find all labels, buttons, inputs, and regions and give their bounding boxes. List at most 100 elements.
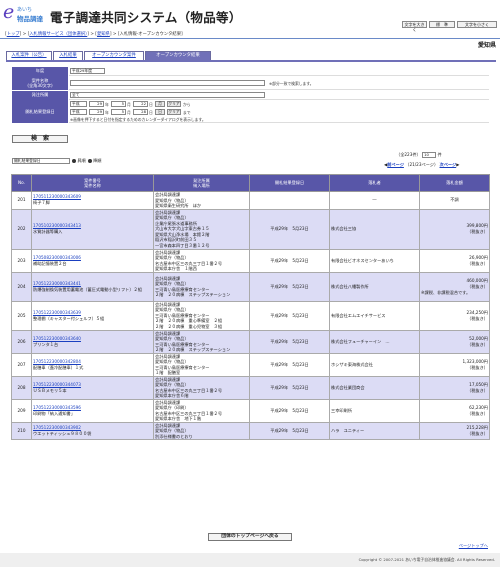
font-standard-button[interactable]: 標 準	[429, 21, 455, 28]
row-winner: 株式会社三協	[329, 208, 420, 250]
prefecture-name: 愛知県	[477, 42, 496, 49]
page-top-link[interactable]: ページトップへ	[459, 543, 488, 549]
next-icon[interactable]: ▶	[456, 162, 459, 167]
row-date: 平成29年 5月23日	[249, 248, 330, 273]
to-day-input[interactable]: 28	[133, 109, 148, 115]
row-amount: 52,000円 （税抜き）	[419, 329, 490, 354]
table-row: 206 170512230000343640 プリンタ１台 会計局調達課 愛知県庁（物…	[11, 329, 490, 354]
sort-select[interactable]: 開札結果登録日	[12, 158, 70, 164]
org-line: 別添仕様書のとおり	[155, 433, 193, 439]
org-line: 会計局調達課 愛知県庁（印刷）	[155, 399, 189, 411]
per-page-select[interactable]: 10	[422, 152, 437, 158]
org-label: 発注所属	[12, 91, 68, 100]
org-line: 会計局調達課 愛知県庁（物品）	[155, 376, 189, 388]
org-line: 一宮市森本四丁目３番１２号	[155, 242, 210, 248]
col-org: 発注所属 納入場所	[153, 174, 250, 192]
next-page-link[interactable]: 次ページ	[440, 162, 457, 167]
row-amount: 460,000円 （税抜き） ※課税、非課税混合です。	[419, 271, 490, 302]
amount-note: （税抜き）	[467, 315, 488, 321]
row-no: 210	[11, 421, 32, 440]
logo[interactable]: e あいち 物品調達	[3, 3, 47, 25]
row-no: 207	[11, 352, 32, 377]
from-year-input[interactable]: 29	[89, 101, 104, 107]
date-label: 開札結果登録日	[12, 100, 68, 123]
row-org: 会計局調達課 愛知県庁（物品） 別添仕様書のとおり	[153, 421, 250, 440]
case-name: ＵＳＢメモリ５本	[33, 387, 67, 393]
desc-radio[interactable]	[88, 159, 93, 163]
row-amount: 215,228円 （税抜き）	[419, 421, 490, 440]
row-case: 170512230000343441 防爆強制換気装置用蓄電池（蓄圧式電動小型リフ…	[31, 271, 154, 302]
year-select[interactable]: 平成29年度	[70, 68, 105, 74]
tab-underline	[6, 60, 496, 62]
font-large-button[interactable]: 文字を大きく	[402, 21, 427, 32]
row-no: 202	[11, 208, 32, 250]
back-to-top-page-button[interactable]: 団体のトップページへ戻る	[208, 533, 292, 541]
case-name-limit: (全角30文字)	[27, 83, 53, 88]
org-select[interactable]: 全て	[70, 92, 265, 98]
tab-open-counter-result[interactable]: オープンカウンタ結果	[145, 51, 211, 60]
case-name: ウエットティッシュ９８００袋	[33, 430, 92, 436]
breadcrumb: [トップ] > [入札情報サービス（団体選択）] > [愛知県] > [入札情報…	[5, 32, 183, 37]
breadcrumb-pref[interactable]: 愛知県	[97, 32, 110, 37]
tab-bid-notice[interactable]: 入札案件（公告）	[6, 51, 52, 60]
col-amount: 落札金額	[419, 174, 490, 192]
case-name-input[interactable]	[70, 80, 265, 86]
row-amount: 399,800円 （税抜き）	[419, 208, 490, 250]
org-line: 会計局調達課 愛知県庁（物品）	[155, 301, 189, 313]
from-month-input[interactable]: 5	[111, 101, 126, 107]
row-no: 203	[11, 248, 32, 273]
amount-note: （税抜き）	[467, 364, 488, 370]
table-header: No. 案件番号 案件名称 発注所属 納入場所 開札結果登録日 落札者 落札金額	[11, 174, 490, 192]
table-row: 209 170512230000343596 印刷物「納入通知書」 会計局調達課 愛知…	[11, 398, 490, 423]
from-calendar-icon[interactable]: 月	[155, 101, 165, 107]
org-line: 愛知県本庁舎 地下１階	[155, 416, 202, 421]
amount-note: （税抜き）	[467, 229, 488, 234]
amount-note: （税抜き）	[467, 341, 488, 347]
row-no: 201	[11, 191, 32, 210]
amount-note: 不調	[450, 197, 459, 203]
org-line: 愛知県本庁舎６階	[155, 393, 189, 398]
row-amount: 26,900円 （税抜き）	[419, 248, 490, 273]
row-date: 平成29年 5月23日	[249, 329, 330, 354]
row-no: 206	[11, 329, 32, 354]
header: e あいち 物品調達 電子調達共同システム（物品等） 文字を大きく 標 準 文字…	[0, 0, 500, 32]
row-org: 会計局調達課 愛知県庁（物品） 名古屋市中区三の丸三丁目１番２号 愛知県本庁舎６階	[153, 375, 250, 400]
breadcrumb-service[interactable]: 入札情報サービス（団体選択）	[29, 32, 87, 37]
row-winner: 株式会社業団商会	[329, 375, 420, 400]
tab-open-counter[interactable]: オープンカウンタ案件	[84, 51, 144, 60]
row-amount: 234,250円 （税抜き）	[419, 300, 490, 331]
to-year-input[interactable]: 29	[89, 109, 104, 115]
asc-radio[interactable]	[72, 159, 77, 163]
row-winner: 株式会社八幡製作所	[329, 271, 420, 302]
row-case: 170512230000342804 配膳車（蓋冷配膳車）１式	[31, 352, 154, 377]
org-line: 愛知県本庁舎 １階西	[155, 266, 197, 271]
amount-note: （税抜き）	[467, 260, 488, 266]
row-amount: 不調	[419, 191, 490, 210]
row-date: 平成29年 5月23日	[249, 421, 330, 440]
from-era-select[interactable]: 平成	[70, 101, 87, 107]
row-winner: 株式会社フューチャーイン …	[329, 329, 420, 354]
org-line: 愛知県衛生研究所 ほか	[155, 203, 202, 208]
case-name: 整理棚（キャスター付シェルフ）５組	[33, 315, 105, 321]
row-org: 会計局調達課 愛知県庁（印刷） 名古屋市中区三の丸三丁目１番２号 愛知県本庁舎 地下…	[153, 398, 250, 423]
search-button[interactable]: 検 索	[12, 135, 68, 143]
row-date: 平成29年 5月23日	[249, 375, 330, 400]
font-small-button[interactable]: 文字を小さく	[457, 21, 497, 28]
from-clear-button[interactable]: クリア	[167, 101, 181, 107]
prev-page-link[interactable]: 前ページ	[387, 162, 404, 167]
to-calendar-icon[interactable]: 日	[155, 109, 165, 115]
row-winner: 三幸印刷所	[329, 398, 420, 423]
row-org: 会計局調達課 愛知県庁（物品） 三河青い鳥医療療育センター ２階 ２０病棟 ステップ…	[153, 271, 250, 302]
to-clear-button[interactable]: クリア	[167, 109, 181, 115]
from-day-input[interactable]: 22	[133, 101, 148, 107]
to-month-input[interactable]: 5	[111, 109, 126, 115]
case-name: 防爆強制換気装置用蓄電池（蓄圧式電動小型リフト）２組	[33, 286, 142, 292]
org-line: 会計局調達課 愛知県庁（物品）	[155, 249, 189, 261]
breadcrumb-top[interactable]: トップ	[7, 32, 20, 37]
row-case: 170510230000343413 水質計器等購入	[31, 208, 154, 250]
tab-bid-result[interactable]: 入札結果	[53, 51, 83, 60]
row-date: 平成29年 5月23日	[249, 352, 330, 377]
to-era-select[interactable]: 平成	[70, 109, 87, 115]
col-date: 開札結果登録日	[249, 174, 330, 192]
org-line: １階 配膳室	[155, 370, 181, 375]
